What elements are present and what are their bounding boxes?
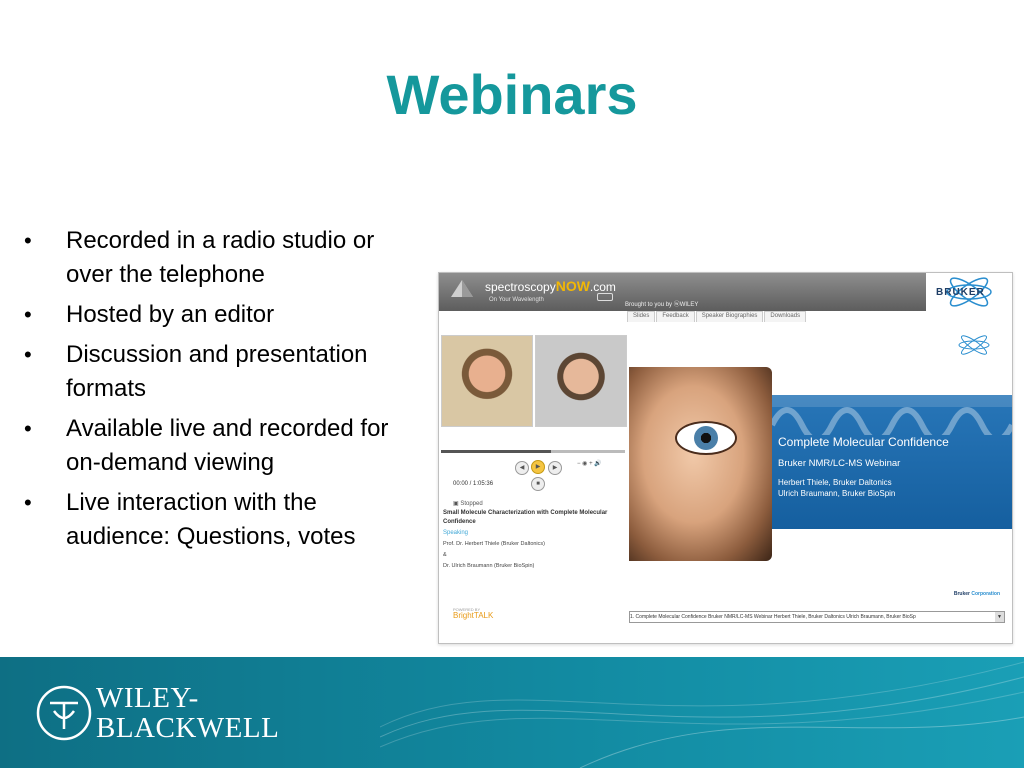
wave-decoration (772, 407, 1012, 435)
session-title: Small Molecule Characterization with Com… (443, 510, 608, 525)
eye-photo (629, 367, 772, 561)
bullet-item: • Available live and recorded for on-dema… (24, 412, 424, 480)
slide-presenters: Ulrich Braumann, Bruker BioSpin (778, 489, 896, 498)
speaking-label: Speaking (443, 530, 469, 536)
bruker-text: BRUKER (936, 287, 985, 298)
eye-shape (675, 421, 737, 455)
bullet-item: • Discussion and presentation formats (24, 338, 424, 406)
corp-right-text: Corporation (971, 591, 1000, 597)
iris-shape (694, 426, 718, 450)
bullet-item: • Recorded in a radio studio or over the … (24, 224, 424, 292)
footer-band: WILEY- BLACKWELL (0, 657, 1024, 768)
wiley-blackwell-logo: WILEY- BLACKWELL (96, 683, 279, 743)
powered-by-brighttalk: POWERED BY BrightTALK (453, 607, 494, 620)
bullet-marker: • (24, 490, 32, 515)
bullet-text: Hosted by an editor (66, 301, 275, 328)
corp-left-text: Bruker (953, 591, 972, 597)
tab-speaker-biographies[interactable]: Speaker Biographies (695, 311, 764, 322)
spectroscopynow-header: spectroscopyNOW.com On Your Wavelength B… (439, 273, 1012, 311)
bullet-text: Recorded in a radio studio or over the t… (66, 227, 375, 288)
slide-title: Webinars (386, 63, 638, 126)
bullet-text: Live interaction with the audience: Ques… (66, 489, 356, 550)
bruker-logo: BRUKER (926, 273, 1012, 311)
bullet-item: • Live interaction with the audience: Que… (24, 486, 424, 554)
stop-button[interactable]: ■ (531, 477, 545, 491)
tab-feedback[interactable]: Feedback (656, 311, 695, 322)
speaker-name: Dr. Ulrich Braumann (Bruker BioSpin) (443, 563, 535, 569)
atom-icon (958, 335, 990, 355)
stop-icon: ▣ (453, 501, 459, 507)
bullet-marker: • (24, 302, 32, 327)
logo-line-2: BLACKWELL (96, 712, 280, 744)
bullet-text: Discussion and presentation formats (66, 341, 368, 402)
ampersand: & (443, 552, 447, 558)
spectroscopynow-brand: spectroscopyNOW.com (485, 278, 616, 294)
tab-downloads[interactable]: Downloads (764, 311, 807, 322)
brought-by-label: Brought to you by ⓦWILEY (625, 302, 699, 308)
brand-text: spectroscopy (485, 280, 556, 294)
slide-subtitle: Bruker NMR/LC-MS Webinar (778, 458, 901, 469)
volume-control[interactable]: − ◉ + 🔊 (577, 460, 602, 467)
player-panel: ▣ Stopped ◀ ▶ ▶ ■ − ◉ + 🔊 00:00 / 1:05:3… (439, 311, 627, 643)
slide-presenters: Herbert Thiele, Bruker Daltonics (778, 478, 892, 487)
logo-line-1: WILEY- (96, 682, 199, 714)
playback-time: 00:00 / 1:05:36 (453, 481, 494, 487)
speaker-photo (441, 335, 533, 427)
playback-progress[interactable] (441, 450, 625, 453)
brand-com-text: .com (589, 280, 616, 294)
bullet-marker: • (24, 416, 32, 441)
slide-viewer: Complete Molecular Confidence Bruker NMR… (629, 323, 1012, 607)
player-status: ▣ Stopped (453, 500, 483, 507)
session-description: Small Molecule Characterization with Com… (443, 509, 623, 569)
pyramid-logo-icon (451, 280, 473, 297)
play-button[interactable]: ▶ (531, 460, 545, 474)
chevron-down-icon[interactable]: ▼ (995, 612, 1004, 622)
wiley-blackwell-emblem-icon (36, 685, 92, 741)
tagline: On Your Wavelength (489, 297, 544, 303)
progress-fill (441, 450, 552, 453)
slide-main-title: Complete Molecular Confidence (778, 435, 949, 449)
brand-now-text: NOW (555, 278, 590, 294)
speaker-name: Prof. Dr. Herbert Thiele (Bruker Daltoni… (443, 541, 545, 547)
slide-select[interactable]: 1. Complete Molecular Confidence Bruker … (629, 611, 1005, 623)
webinar-screenshot: spectroscopyNOW.com On Your Wavelength B… (438, 272, 1013, 644)
status-text: Stopped (460, 501, 483, 507)
speaker-photo (535, 335, 627, 427)
rewind-button[interactable]: ◀ (515, 461, 529, 475)
bullet-text: Available live and recorded for on-deman… (66, 415, 389, 476)
bullet-marker: • (24, 342, 32, 367)
tab-slides[interactable]: Slides (627, 311, 656, 322)
bullet-marker: • (24, 228, 32, 253)
signal-bar-icon (597, 293, 613, 301)
wave-pattern (380, 661, 1024, 768)
bullet-list: • Recorded in a radio studio or over the … (24, 224, 424, 560)
fast-forward-button[interactable]: ▶ (548, 461, 562, 475)
slide-title-panel: Complete Molecular Confidence Bruker NMR… (772, 395, 1012, 529)
brighttalk-logo: BrightTALK (453, 611, 494, 620)
bullet-item: • Hosted by an editor (24, 298, 424, 332)
tab-bar: Slides Feedback Speaker Biographies Down… (627, 311, 807, 322)
bruker-corporation-label: Bruker Corporation (954, 591, 1000, 597)
slide-select-value: 1. Complete Molecular Confidence Bruker … (630, 614, 916, 620)
